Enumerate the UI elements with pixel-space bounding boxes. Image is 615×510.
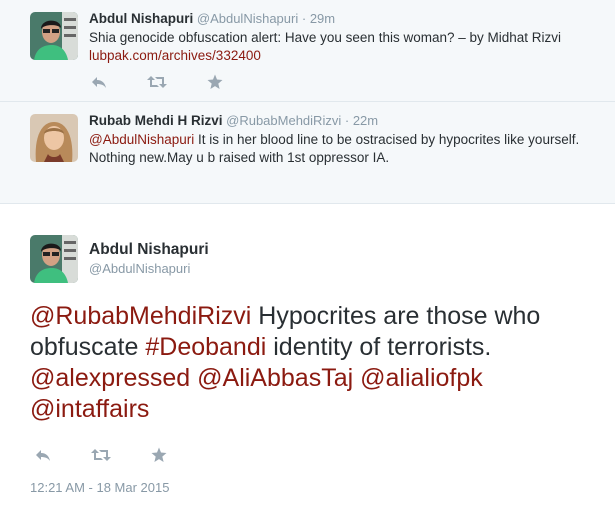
mention-link[interactable]: @AbdulNishapuri (89, 132, 194, 147)
tweet-time[interactable]: 29m (310, 11, 335, 26)
fullname[interactable]: Rubab Mehdi H Rizvi (89, 113, 223, 128)
reply-tweet-2[interactable]: Rubab Mehdi H Rizvi @RubabMehdiRizvi · 2… (0, 102, 615, 294)
star-icon[interactable] (149, 445, 169, 465)
tweet-text: @RubabMehdiRizvi Hypocrites are those wh… (30, 301, 590, 425)
tweet-time[interactable]: 22m (353, 113, 378, 128)
tweet-actions (33, 445, 207, 465)
username[interactable]: @RubabMehdiRizvi (226, 113, 341, 128)
hashtag-link[interactable]: #Deobandi (145, 333, 266, 361)
tweet-body: identity of terrorists. (266, 333, 492, 361)
tweet-timestamp[interactable]: 12:21 AM - 18 Mar 2015 (30, 480, 169, 495)
mention-link[interactable]: @alialiofpk (360, 364, 483, 392)
retweet-icon[interactable] (147, 72, 167, 92)
tweet-header: Rubab Mehdi H Rizvi @RubabMehdiRizvi · 2… (89, 112, 605, 130)
mention-link[interactable]: @intaffairs (30, 395, 149, 423)
retweet-icon[interactable] (91, 445, 111, 465)
avatar[interactable] (30, 114, 78, 162)
reply-icon[interactable] (33, 445, 53, 465)
tweet-header: Abdul Nishapuri @AbdulNishapuri · 29m (89, 10, 605, 28)
mention-link[interactable]: @RubabMehdiRizvi (30, 302, 251, 330)
tweet-text: Shia genocide obfuscation alert: Have yo… (89, 29, 605, 65)
main-tweet: Abdul Nishapuri @AbdulNishapuri @RubabMe… (0, 205, 615, 510)
fullname[interactable]: Abdul Nishapuri (89, 240, 209, 260)
tweet-text: @AbdulNishapuri It is in her blood line … (89, 131, 605, 167)
avatar[interactable] (30, 235, 78, 283)
avatar[interactable] (30, 12, 78, 60)
fullname[interactable]: Abdul Nishapuri (89, 11, 193, 26)
username[interactable]: @AbdulNishapuri (197, 11, 298, 26)
tweet-body: Shia genocide obfuscation alert: Have yo… (89, 30, 562, 45)
tweet-link[interactable]: lubpak.com/archives/332400 (89, 48, 261, 63)
username[interactable]: @AbdulNishapuri (89, 260, 209, 278)
tweet-header: Abdul Nishapuri @AbdulNishapuri (89, 240, 209, 278)
mention-link[interactable]: @AliAbbasTaj (197, 364, 353, 392)
separator: · (344, 113, 350, 128)
reply-icon[interactable] (89, 72, 109, 92)
tweet-actions (89, 72, 263, 92)
reply-tweet-1[interactable]: Abdul Nishapuri @AbdulNishapuri · 29m Sh… (0, 0, 615, 102)
star-icon[interactable] (205, 72, 225, 92)
mention-link[interactable]: @alexpressed (30, 364, 190, 392)
separator: · (301, 11, 307, 26)
